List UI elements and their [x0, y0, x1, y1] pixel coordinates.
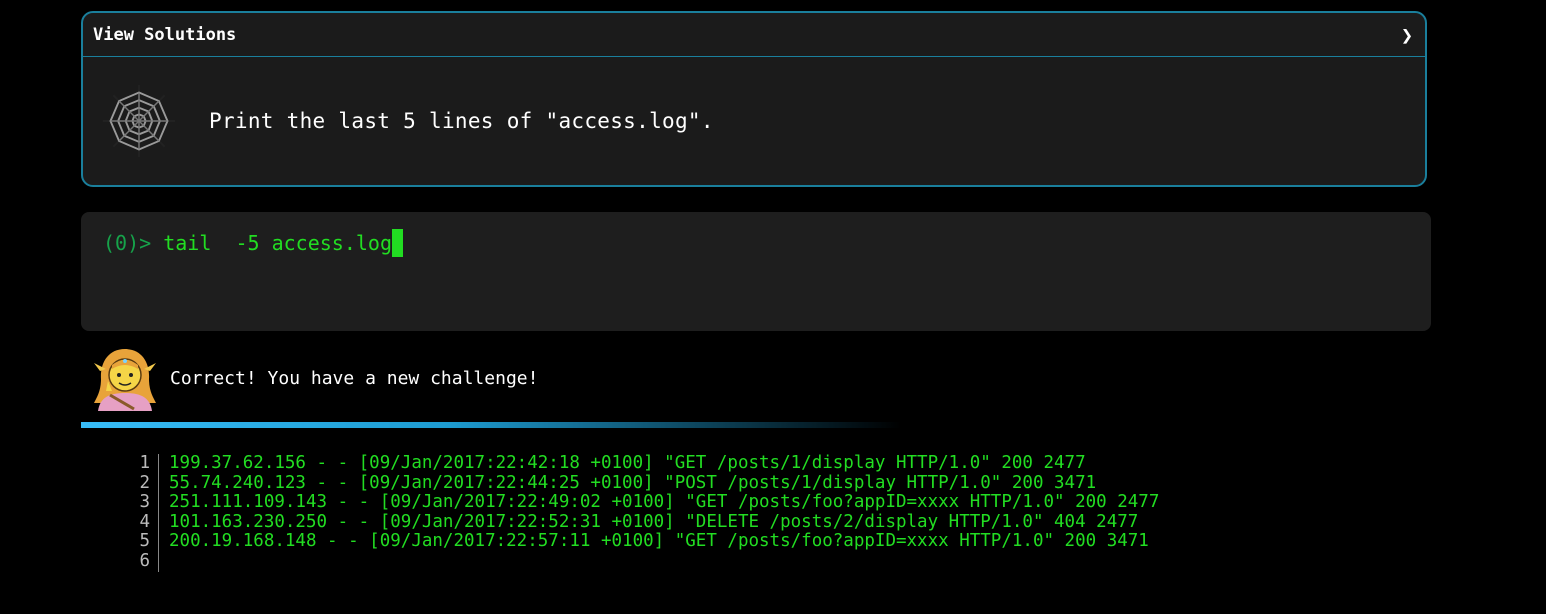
elf-avatar-icon	[94, 349, 156, 411]
line-text: 251.111.109.143 - - [09/Jan/2017:22:49:0…	[169, 492, 1160, 513]
output-line: 6	[120, 551, 1159, 572]
line-number: 5	[120, 532, 159, 552]
terminal-prompt: (0)>	[103, 231, 152, 255]
solutions-header[interactable]: View Solutions ❯	[83, 13, 1425, 57]
output-line: 5 200.19.168.148 - - [09/Jan/2017:22:57:…	[120, 532, 1159, 552]
line-text: 101.163.230.250 - - [09/Jan/2017:22:52:3…	[169, 511, 1139, 532]
line-number: 3	[120, 493, 159, 513]
line-text: 200.19.168.148 - - [09/Jan/2017:22:57:11…	[169, 531, 1149, 552]
solutions-title: View Solutions	[93, 24, 237, 45]
feedback-row: Correct! You have a new challenge!	[92, 345, 538, 411]
line-text: 199.37.62.156 - - [09/Jan/2017:22:42:18 …	[169, 453, 1086, 473]
solutions-body: Print the last 5 lines of "access.log".	[83, 57, 1425, 185]
line-number: 1	[120, 453, 159, 474]
progress-divider	[81, 422, 901, 428]
output-line: 2 55.74.240.123 - - [09/Jan/2017:22:44:2…	[120, 472, 1159, 494]
feedback-message: Correct! You have a new challenge!	[170, 367, 539, 389]
line-number: 4	[120, 512, 159, 533]
output-line: 1 199.37.62.156 - - [09/Jan/2017:22:42:1…	[120, 453, 1159, 474]
line-text	[159, 552, 169, 572]
output-line: 3 251.111.109.143 - - [09/Jan/2017:22:49…	[120, 493, 1159, 513]
terminal-command[interactable]: tail -5 access.log	[163, 231, 392, 255]
command-output: 1 199.37.62.156 - - [09/Jan/2017:22:42:1…	[120, 453, 1159, 572]
line-number: 2	[120, 473, 159, 494]
terminal-input[interactable]: (0)> tail -5 access.log	[81, 212, 1431, 331]
task-description: Print the last 5 lines of "access.log".	[209, 109, 714, 133]
line-number: 6	[120, 551, 159, 572]
solutions-panel: View Solutions ❯ Print the last 5 lines …	[81, 11, 1427, 187]
spider-web-icon	[102, 84, 176, 158]
terminal-cursor	[392, 229, 403, 257]
line-text: 55.74.240.123 - - [09/Jan/2017:22:44:25 …	[169, 472, 1097, 493]
page: View Solutions ❯ Print the last 5 lines …	[0, 0, 1546, 614]
output-line: 4 101.163.230.250 - - [09/Jan/2017:22:52…	[120, 511, 1159, 533]
chevron-right-icon[interactable]: ❯	[1401, 23, 1413, 47]
